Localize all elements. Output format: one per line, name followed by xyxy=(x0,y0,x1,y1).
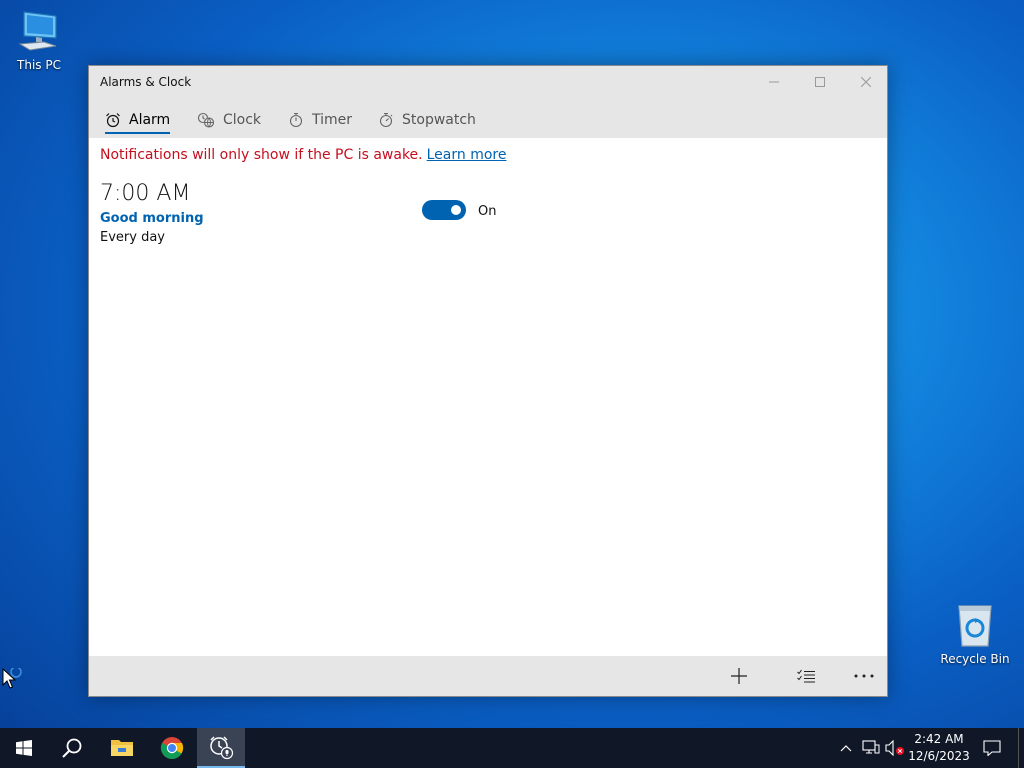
show-desktop-button[interactable] xyxy=(1018,728,1024,768)
tab-label: Stopwatch xyxy=(402,112,476,128)
alarms-clock-app-icon xyxy=(210,736,234,760)
search-button[interactable] xyxy=(48,728,96,768)
command-bar xyxy=(89,656,887,696)
clock-time: 2:42 AM xyxy=(914,732,964,746)
tab-label: Clock xyxy=(223,112,262,128)
start-button[interactable] xyxy=(0,728,48,768)
tab-stopwatch[interactable]: Stopwatch xyxy=(378,106,476,134)
network-icon xyxy=(862,740,880,754)
tab-timer[interactable]: Timer xyxy=(288,106,352,134)
mouse-pointer-icon xyxy=(2,668,22,689)
window-title: Alarms & Clock xyxy=(100,75,192,89)
action-center-button[interactable] xyxy=(976,728,1008,768)
alarm-toggle[interactable] xyxy=(422,200,466,220)
add-alarm-button[interactable] xyxy=(719,656,759,696)
timer-icon xyxy=(289,112,303,128)
taskbar-alarms-clock[interactable] xyxy=(197,728,245,768)
tab-label: Alarm xyxy=(129,112,171,128)
desktop-icon-recycle-bin[interactable]: Recycle Bin xyxy=(936,602,1014,666)
recycle-bin-icon xyxy=(958,605,992,647)
search-icon xyxy=(62,738,82,758)
volume-tray-button[interactable] xyxy=(884,728,906,768)
select-alarms-icon xyxy=(797,669,815,683)
taskbar-clock[interactable]: 2:42 AM 12/6/2023 xyxy=(906,731,972,765)
minimize-button[interactable] xyxy=(751,66,797,98)
taskbar-chrome[interactable] xyxy=(148,728,196,768)
notice-text: Notifications will only show if the PC i… xyxy=(100,147,423,163)
toggle-knob xyxy=(451,205,461,215)
select-alarms-button[interactable] xyxy=(786,656,826,696)
close-icon xyxy=(861,77,871,87)
volume-muted-icon xyxy=(885,740,904,756)
taskbar: 2:42 AM 12/6/2023 xyxy=(0,728,1024,768)
notification-icon xyxy=(983,740,1001,756)
alarm-repeat: Every day xyxy=(100,230,165,245)
alarm-list-pane: Notifications will only show if the PC i… xyxy=(89,138,887,658)
desktop-icon-label: This PC xyxy=(17,58,61,72)
computer-icon xyxy=(18,11,57,51)
alarm-clock-icon xyxy=(106,113,120,128)
network-tray-button[interactable] xyxy=(860,728,882,768)
tab-bar: Alarm Clock Timer Stopwatch xyxy=(89,98,887,138)
world-clock-icon xyxy=(197,112,215,128)
more-icon xyxy=(854,674,874,678)
desktop-icon-this-pc[interactable]: This PC xyxy=(0,8,78,72)
alarm-name: Good morning xyxy=(100,211,204,226)
stopwatch-icon xyxy=(379,112,393,128)
tab-alarm[interactable]: Alarm xyxy=(105,106,171,134)
maximize-icon xyxy=(815,77,825,87)
show-hidden-icons-button[interactable] xyxy=(836,728,856,768)
minimize-icon xyxy=(769,81,779,83)
taskbar-file-explorer[interactable] xyxy=(98,728,146,768)
alarm-time: 7:00 AM xyxy=(100,181,191,206)
clock-date: 12/6/2023 xyxy=(908,749,970,763)
chevron-up-icon xyxy=(840,745,852,752)
windows-start-icon xyxy=(16,740,32,756)
tab-clock[interactable]: Clock xyxy=(197,106,261,134)
tab-label: Timer xyxy=(312,112,353,128)
chrome-icon xyxy=(160,737,184,759)
more-options-button[interactable] xyxy=(844,656,884,696)
learn-more-link[interactable]: Learn more xyxy=(427,147,507,163)
add-icon xyxy=(731,668,747,684)
maximize-button[interactable] xyxy=(797,66,843,98)
alarm-toggle-label: On xyxy=(478,204,497,219)
file-explorer-icon xyxy=(111,740,133,756)
title-bar[interactable]: Alarms & Clock xyxy=(89,66,887,98)
awake-notice: Notifications will only show if the PC i… xyxy=(100,147,506,163)
alarms-clock-window: Alarms & Clock Alarm Clock Timer Stopwat… xyxy=(88,65,888,697)
desktop-icon-label: Recycle Bin xyxy=(940,652,1010,666)
close-button[interactable] xyxy=(843,66,889,98)
